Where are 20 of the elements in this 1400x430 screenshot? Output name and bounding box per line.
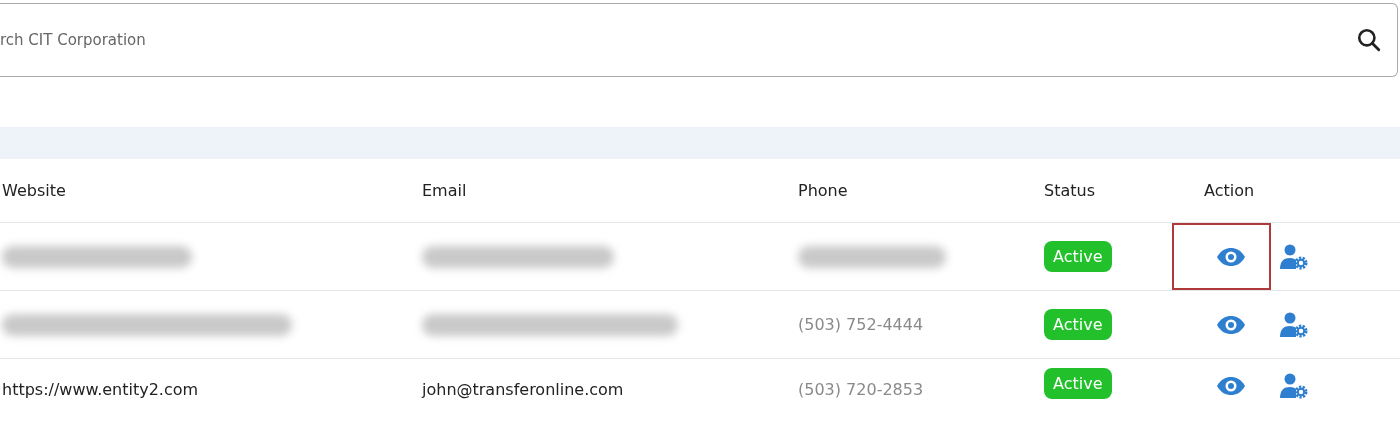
search-icon[interactable] bbox=[1356, 27, 1382, 53]
column-header: Email bbox=[421, 181, 468, 200]
eye-icon[interactable] bbox=[1216, 246, 1246, 267]
column-header: Status bbox=[1043, 181, 1096, 200]
table-cell: (503) 752-4444 bbox=[798, 315, 924, 334]
column-header: Website bbox=[1, 181, 67, 200]
user-gear-icon[interactable] bbox=[1280, 243, 1308, 270]
table-cell: https://www.entity2.com bbox=[2, 380, 199, 399]
column-header: Action bbox=[1203, 181, 1256, 200]
status-badge: Active bbox=[1044, 309, 1112, 340]
user-gear-icon[interactable] bbox=[1280, 373, 1308, 399]
table-cell: john@transferonline.com bbox=[422, 380, 624, 399]
table-cell: (503) 720-2853 bbox=[798, 380, 924, 399]
eye-icon[interactable] bbox=[1216, 314, 1246, 335]
eye-icon[interactable] bbox=[1216, 376, 1246, 396]
status-badge: Active bbox=[1044, 241, 1112, 272]
status-badge: Active bbox=[1044, 368, 1112, 399]
search-field[interactable]: rch CIT Corporation bbox=[0, 3, 1398, 77]
column-header: Phone bbox=[797, 181, 849, 200]
user-gear-icon[interactable] bbox=[1280, 311, 1308, 338]
